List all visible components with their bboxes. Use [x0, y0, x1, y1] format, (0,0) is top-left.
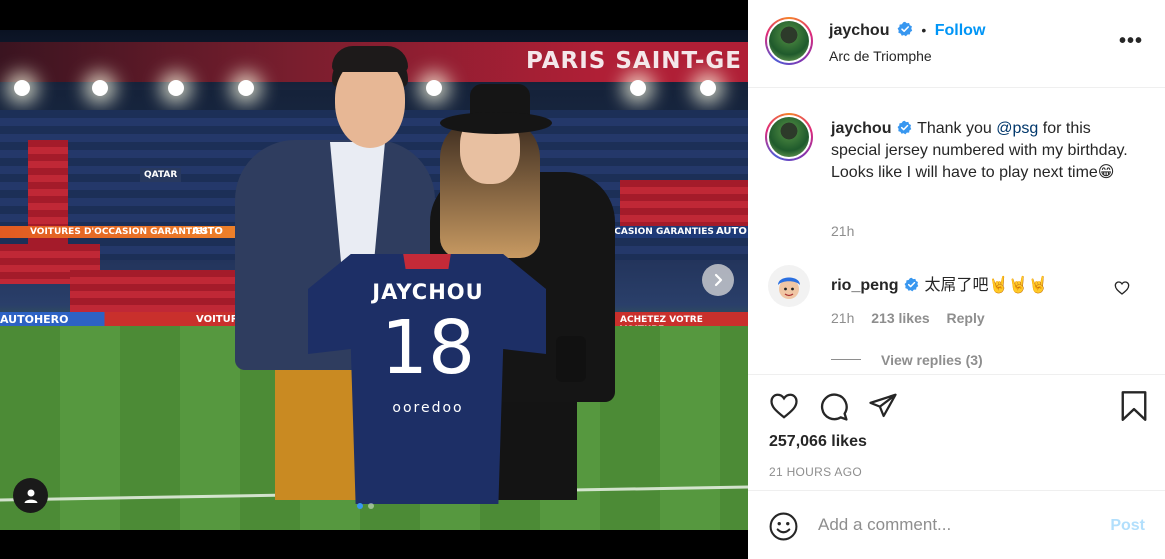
verified-badge-icon — [897, 120, 912, 135]
stadium-banner-text: PARIS SAINT-GE — [525, 48, 742, 74]
heart-icon[interactable] — [768, 391, 800, 421]
header-title-row: jaychou • Follow — [829, 22, 985, 40]
comment-time[interactable]: 21h — [831, 310, 854, 326]
share-icon[interactable] — [868, 391, 898, 421]
ad-text: AUTOHERO — [0, 313, 69, 326]
caption-text-before: Thank you — [917, 120, 992, 137]
post-timestamp[interactable]: 21 HOURS AGO — [769, 465, 862, 479]
post-location[interactable]: Arc de Triomphe — [829, 48, 932, 64]
likes-count[interactable]: 257,066 likes — [769, 433, 867, 451]
jersey-sponsor: ooredoo — [392, 400, 464, 416]
comments-section: jaychou Thank you @psg for this special … — [748, 88, 1165, 374]
carousel-dot-active — [357, 503, 363, 509]
avatar-image — [769, 117, 809, 157]
man-hair-top — [332, 46, 408, 72]
reply-button[interactable]: Reply — [947, 310, 985, 326]
caption-mention-link[interactable]: @psg — [996, 120, 1038, 137]
author-username[interactable]: jaychou — [829, 22, 889, 39]
author-avatar[interactable] — [765, 17, 813, 65]
comment-username[interactable]: rio_peng — [831, 277, 899, 294]
post-actions: 257,066 likes 21 HOURS AGO — [748, 374, 1165, 490]
jersey-number: 18 — [380, 305, 476, 391]
avatar-image — [769, 21, 809, 61]
caption-username[interactable]: jaychou — [831, 120, 891, 137]
verified-badge-icon — [904, 277, 919, 292]
jersey-name: JAYCHOU — [372, 280, 484, 304]
stand-sign: QATAR — [140, 168, 182, 182]
ad-text: AUTO — [192, 226, 223, 237]
ad-text: VOITURES D'OCCASION GARANTIES — [30, 227, 209, 237]
follow-button[interactable]: Follow — [935, 22, 986, 39]
emoji-icon[interactable] — [768, 511, 799, 542]
woman-handbag — [556, 336, 586, 382]
more-options-icon[interactable]: ••• — [1119, 30, 1143, 53]
floodlight — [700, 80, 716, 96]
bookmark-icon[interactable] — [1119, 389, 1149, 423]
post-sidebar: jaychou • Follow Arc de Triomphe ••• jay… — [748, 0, 1165, 559]
floodlight — [238, 80, 254, 96]
user-tag-button[interactable] — [13, 478, 48, 513]
like-comment-heart-icon[interactable] — [1114, 280, 1130, 296]
floodlight — [92, 80, 108, 96]
view-replies-button[interactable]: View replies (3) — [881, 352, 983, 368]
floodlight — [426, 80, 442, 96]
post-caption: jaychou Thank you @psg for this special … — [831, 118, 1131, 184]
verified-badge-icon — [897, 22, 913, 37]
stand-section — [70, 270, 240, 314]
memoji-avatar-icon — [778, 277, 800, 299]
add-comment-bar: Post — [748, 490, 1165, 559]
comment-likes[interactable]: 213 likes — [871, 310, 929, 326]
caption-avatar[interactable] — [765, 113, 813, 161]
chevron-right-icon — [714, 273, 723, 287]
user-tag-icon — [24, 489, 37, 503]
commenter-avatar[interactable] — [768, 265, 810, 307]
replies-divider — [831, 359, 861, 360]
floodlight — [14, 80, 30, 96]
header-separator: • — [921, 22, 927, 38]
photo-pane: PARIS SAINT-GE QATAR VOITURES D'OCCASION… — [0, 0, 748, 559]
carousel-next-button[interactable] — [702, 264, 734, 296]
woman-hat-brim — [440, 112, 552, 134]
post-comment-button[interactable]: Post — [1110, 517, 1145, 535]
carousel-dot — [368, 503, 374, 509]
comment-body: rio_peng 太屌了吧🤘🤘🤘 — [831, 271, 1048, 295]
ad-text: OCCASION GARANTIES — [600, 227, 714, 237]
floodlight — [630, 80, 646, 96]
comment-icon[interactable] — [818, 391, 849, 422]
post-header: jaychou • Follow Arc de Triomphe ••• — [748, 0, 1165, 88]
comment-text: 太屌了吧🤘🤘🤘 — [924, 277, 1049, 294]
caption-time[interactable]: 21h — [831, 223, 854, 239]
comment-input[interactable] — [818, 515, 1098, 535]
floodlight — [168, 80, 184, 96]
ad-text: AUTO — [716, 226, 747, 237]
carousel-dots — [357, 503, 374, 509]
comment-meta: 21h 213 likes Reply — [831, 310, 985, 326]
